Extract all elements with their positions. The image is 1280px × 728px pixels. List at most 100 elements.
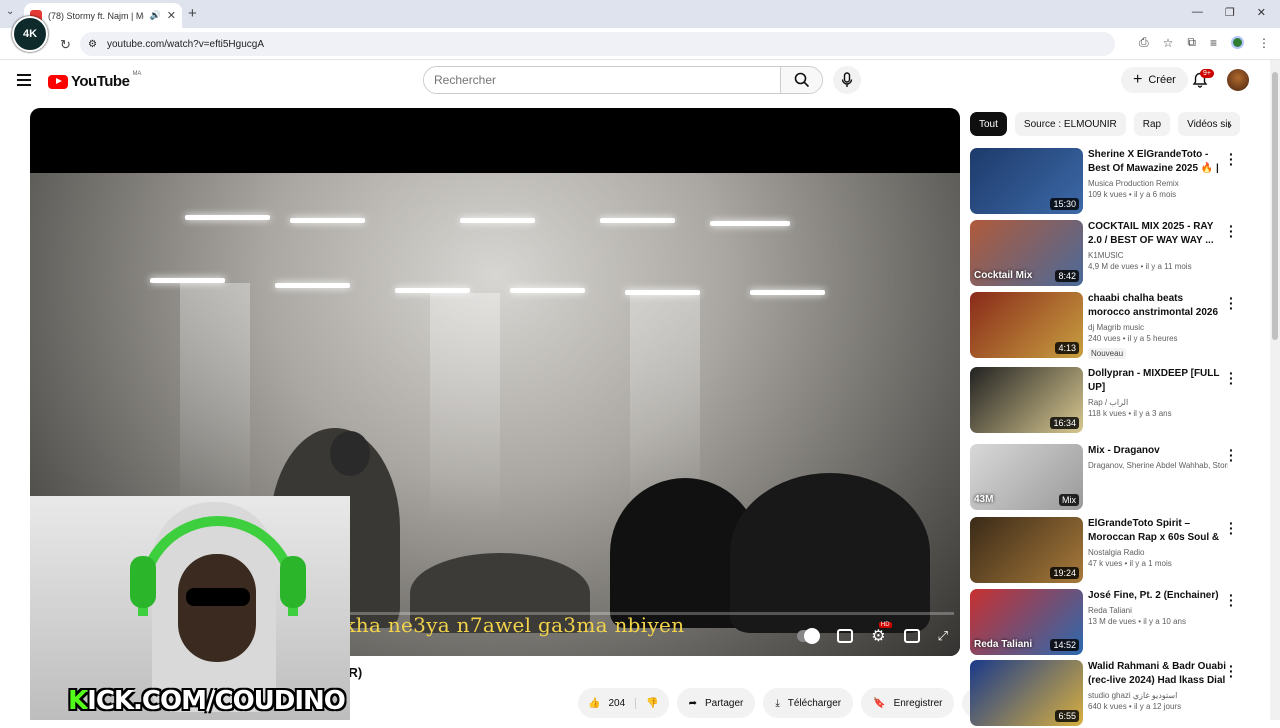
video-title[interactable]: José Fine, Pt. 2 (Enchainer) bbox=[1088, 589, 1228, 603]
recommendation-item[interactable]: 6:55 Walid Rahmani & Badr Ouabi (rec-live… bbox=[970, 659, 1260, 728]
menu-icon[interactable] bbox=[17, 74, 31, 86]
views-and-date: 4,9 M de vues • il y a 11 mois bbox=[1088, 262, 1192, 271]
chip-rap[interactable]: Rap bbox=[1133, 112, 1171, 136]
more-options-icon[interactable]: · · · bbox=[1229, 147, 1234, 171]
recommendations-sidebar: Tout Source : ELMOUNIR Rap Vidéos sir › … bbox=[970, 108, 1260, 726]
youtube-play-icon bbox=[48, 74, 68, 89]
browser-menu-icon[interactable]: ⋮ bbox=[1258, 36, 1270, 50]
channel-name[interactable]: K1MUSIC bbox=[1088, 251, 1228, 260]
account-avatar[interactable] bbox=[1227, 69, 1249, 91]
recommendation-item[interactable]: 4:13 chaabi chalha beats morocco anstrimo… bbox=[970, 291, 1260, 360]
youtube-logo[interactable]: YouTube MA bbox=[48, 71, 141, 90]
youtube-header: YouTube MA + Créer 9+ bbox=[0, 60, 1270, 102]
tab-title: (78) Stormy ft. Najm | Moo bbox=[48, 10, 144, 21]
profile-avatar[interactable] bbox=[1231, 36, 1244, 49]
reload-icon[interactable]: ↻ bbox=[60, 37, 71, 53]
chevron-right-icon[interactable]: › bbox=[1228, 117, 1232, 132]
subtitles-icon[interactable] bbox=[837, 629, 854, 643]
install-app-icon[interactable]: ⎙ bbox=[1139, 35, 1149, 50]
browser-tab[interactable]: (78) Stormy ft. Najm | Moo 🔊 ✕ bbox=[24, 3, 182, 28]
restore-icon[interactable]: ❐ bbox=[1225, 6, 1235, 19]
filter-chips: Tout Source : ELMOUNIR Rap Vidéos sir › bbox=[970, 108, 1260, 140]
video-title[interactable]: Walid Rahmani & Badr Ouabi (rec-live 202… bbox=[1088, 660, 1228, 688]
like-button[interactable]: 👍 204 bbox=[578, 697, 637, 709]
new-badge: Nouveau bbox=[1088, 348, 1127, 359]
video-title[interactable]: Sherine X ElGrandeToto - Best Of Mawazin… bbox=[1088, 148, 1228, 176]
recommendation-item[interactable]: Reda Taliani 14:52 José Fine, Pt. 2 (Encha… bbox=[970, 588, 1260, 657]
video-title[interactable]: Dollypran - MIXDEEP [FULL UP] bbox=[1088, 367, 1228, 395]
share-button[interactable]: ➦ Partager bbox=[676, 688, 756, 718]
channel-name[interactable]: studio ghazi استوديو غازي bbox=[1088, 691, 1228, 700]
close-window-icon[interactable]: ✕ bbox=[1257, 6, 1266, 19]
fullscreen-icon[interactable]: ⤢ bbox=[938, 628, 948, 644]
channel-name[interactable]: Rap / الراب bbox=[1088, 398, 1228, 407]
thumbnail-text: Reda Taliani bbox=[974, 639, 1033, 650]
video-title[interactable]: chaabi chalha beats morocco anstrimontal… bbox=[1088, 292, 1228, 320]
recommendation-item[interactable]: 43M Mix Mix - Draganov Draganov, Sherine Ab… bbox=[970, 443, 1260, 512]
settings-gear-icon[interactable]: ⚙ HD bbox=[871, 622, 892, 646]
video-thumbnail[interactable]: 16:34 bbox=[970, 367, 1083, 433]
miniplayer-icon[interactable] bbox=[903, 629, 920, 643]
video-thumbnail[interactable]: 6:55 bbox=[970, 660, 1083, 726]
video-thumbnail[interactable]: 4:13 bbox=[970, 292, 1083, 358]
voice-search-button[interactable] bbox=[833, 66, 861, 94]
address-bar[interactable]: ⚙ youtube.com/watch?v=efti5HgucgA bbox=[80, 32, 1115, 56]
video-thumbnail[interactable]: Reda Taliani 14:52 bbox=[970, 589, 1083, 655]
bookmark-star-icon[interactable]: ☆ bbox=[1163, 36, 1174, 50]
more-options-icon[interactable]: · · · bbox=[1229, 443, 1234, 467]
more-options-icon[interactable]: · · · bbox=[1229, 366, 1234, 390]
autoplay-toggle[interactable] bbox=[797, 628, 821, 644]
recommendation-item[interactable]: 16:34 Dollypran - MIXDEEP [FULL UP] Rap / … bbox=[970, 366, 1260, 435]
close-tab-icon[interactable]: ✕ bbox=[167, 9, 176, 22]
more-options-icon[interactable]: · · · bbox=[1229, 516, 1234, 540]
search-button[interactable] bbox=[780, 67, 822, 93]
new-tab-button[interactable]: + bbox=[188, 5, 197, 22]
create-button[interactable]: + Créer bbox=[1121, 67, 1188, 93]
more-options-icon[interactable]: · · · bbox=[1229, 219, 1234, 243]
channel-name[interactable]: Draganov, Sherine Abdel Wahhab, Storm... bbox=[1088, 461, 1228, 470]
channel-name[interactable]: dj Magrib music bbox=[1088, 323, 1228, 332]
4k-logo-overlay: 4K bbox=[12, 16, 48, 52]
video-title[interactable]: Mix - Draganov bbox=[1088, 444, 1228, 458]
download-icon: ⤓ bbox=[775, 697, 780, 709]
tab-search-chevron-icon[interactable]: ⌄ bbox=[6, 6, 14, 17]
recommendation-item[interactable]: 19:24 ElGrandeToto Spirit – Moroccan Rap … bbox=[970, 516, 1260, 585]
video-thumbnail[interactable]: 15:30 bbox=[970, 148, 1083, 214]
thumbnail-text: 43M bbox=[974, 494, 994, 505]
download-button[interactable]: ⤓ Télécharger bbox=[763, 688, 854, 718]
video-thumbnail[interactable]: Cocktail Mix 8:42 bbox=[970, 220, 1083, 286]
hd-badge: HD bbox=[878, 622, 892, 628]
dislike-button[interactable]: 👎 bbox=[636, 698, 668, 709]
save-button[interactable]: 🔖 Enregistrer bbox=[861, 688, 955, 718]
chip-all[interactable]: Tout bbox=[970, 112, 1007, 136]
extensions-icon[interactable]: ⧉ bbox=[1187, 35, 1196, 50]
url-text: youtube.com/watch?v=efti5HgucgA bbox=[106, 38, 265, 50]
search-input[interactable] bbox=[424, 67, 780, 93]
channel-name[interactable]: Nostalgia Radio bbox=[1088, 548, 1228, 557]
reading-list-icon[interactable]: ≡ bbox=[1210, 36, 1217, 50]
recommendation-item[interactable]: Cocktail Mix 8:42 COCKTAIL MIX 2025 - RAY … bbox=[970, 219, 1260, 288]
views-and-date: 13 M de vues • il y a 10 ans bbox=[1088, 617, 1186, 626]
more-options-icon[interactable]: · · · bbox=[1229, 659, 1234, 683]
duration-badge: Mix bbox=[1059, 494, 1079, 506]
minimize-icon[interactable]: — bbox=[1192, 6, 1203, 19]
duration-badge: 8:42 bbox=[1055, 270, 1079, 282]
channel-name[interactable]: Musica Production Remix bbox=[1088, 179, 1228, 188]
video-title[interactable]: ElGrandeToto Spirit – Moroccan Rap x 60s… bbox=[1088, 517, 1228, 545]
thumbnail-text: Cocktail Mix bbox=[974, 270, 1033, 281]
channel-name[interactable]: Reda Taliani bbox=[1088, 606, 1228, 615]
audio-playing-icon[interactable]: 🔊 bbox=[150, 10, 161, 21]
video-thumbnail[interactable]: 19:24 bbox=[970, 517, 1083, 583]
more-options-icon[interactable]: · · · bbox=[1229, 588, 1234, 612]
video-title[interactable]: COCKTAIL MIX 2025 - RAY 2.0 / BEST OF WA… bbox=[1088, 220, 1228, 248]
notifications-button[interactable]: 9+ bbox=[1192, 69, 1214, 93]
site-info-icon[interactable]: ⚙ bbox=[88, 39, 97, 50]
chip-source[interactable]: Source : ELMOUNIR bbox=[1014, 112, 1126, 136]
scrollbar-thumb[interactable] bbox=[1272, 72, 1278, 340]
video-thumbnail[interactable]: 43M Mix bbox=[970, 444, 1083, 510]
more-options-icon[interactable]: · · · bbox=[1229, 291, 1234, 315]
video-meta: Mix - Draganov Draganov, Sherine Abdel Wa… bbox=[1088, 444, 1228, 470]
video-subtitle: Wakha ne3ya n7awel ga3ma nbiyen bbox=[312, 613, 685, 637]
window-controls: — ❐ ✕ bbox=[1192, 6, 1266, 19]
recommendation-item[interactable]: 15:30 Sherine X ElGrandeToto - Best Of Ma… bbox=[970, 147, 1260, 216]
